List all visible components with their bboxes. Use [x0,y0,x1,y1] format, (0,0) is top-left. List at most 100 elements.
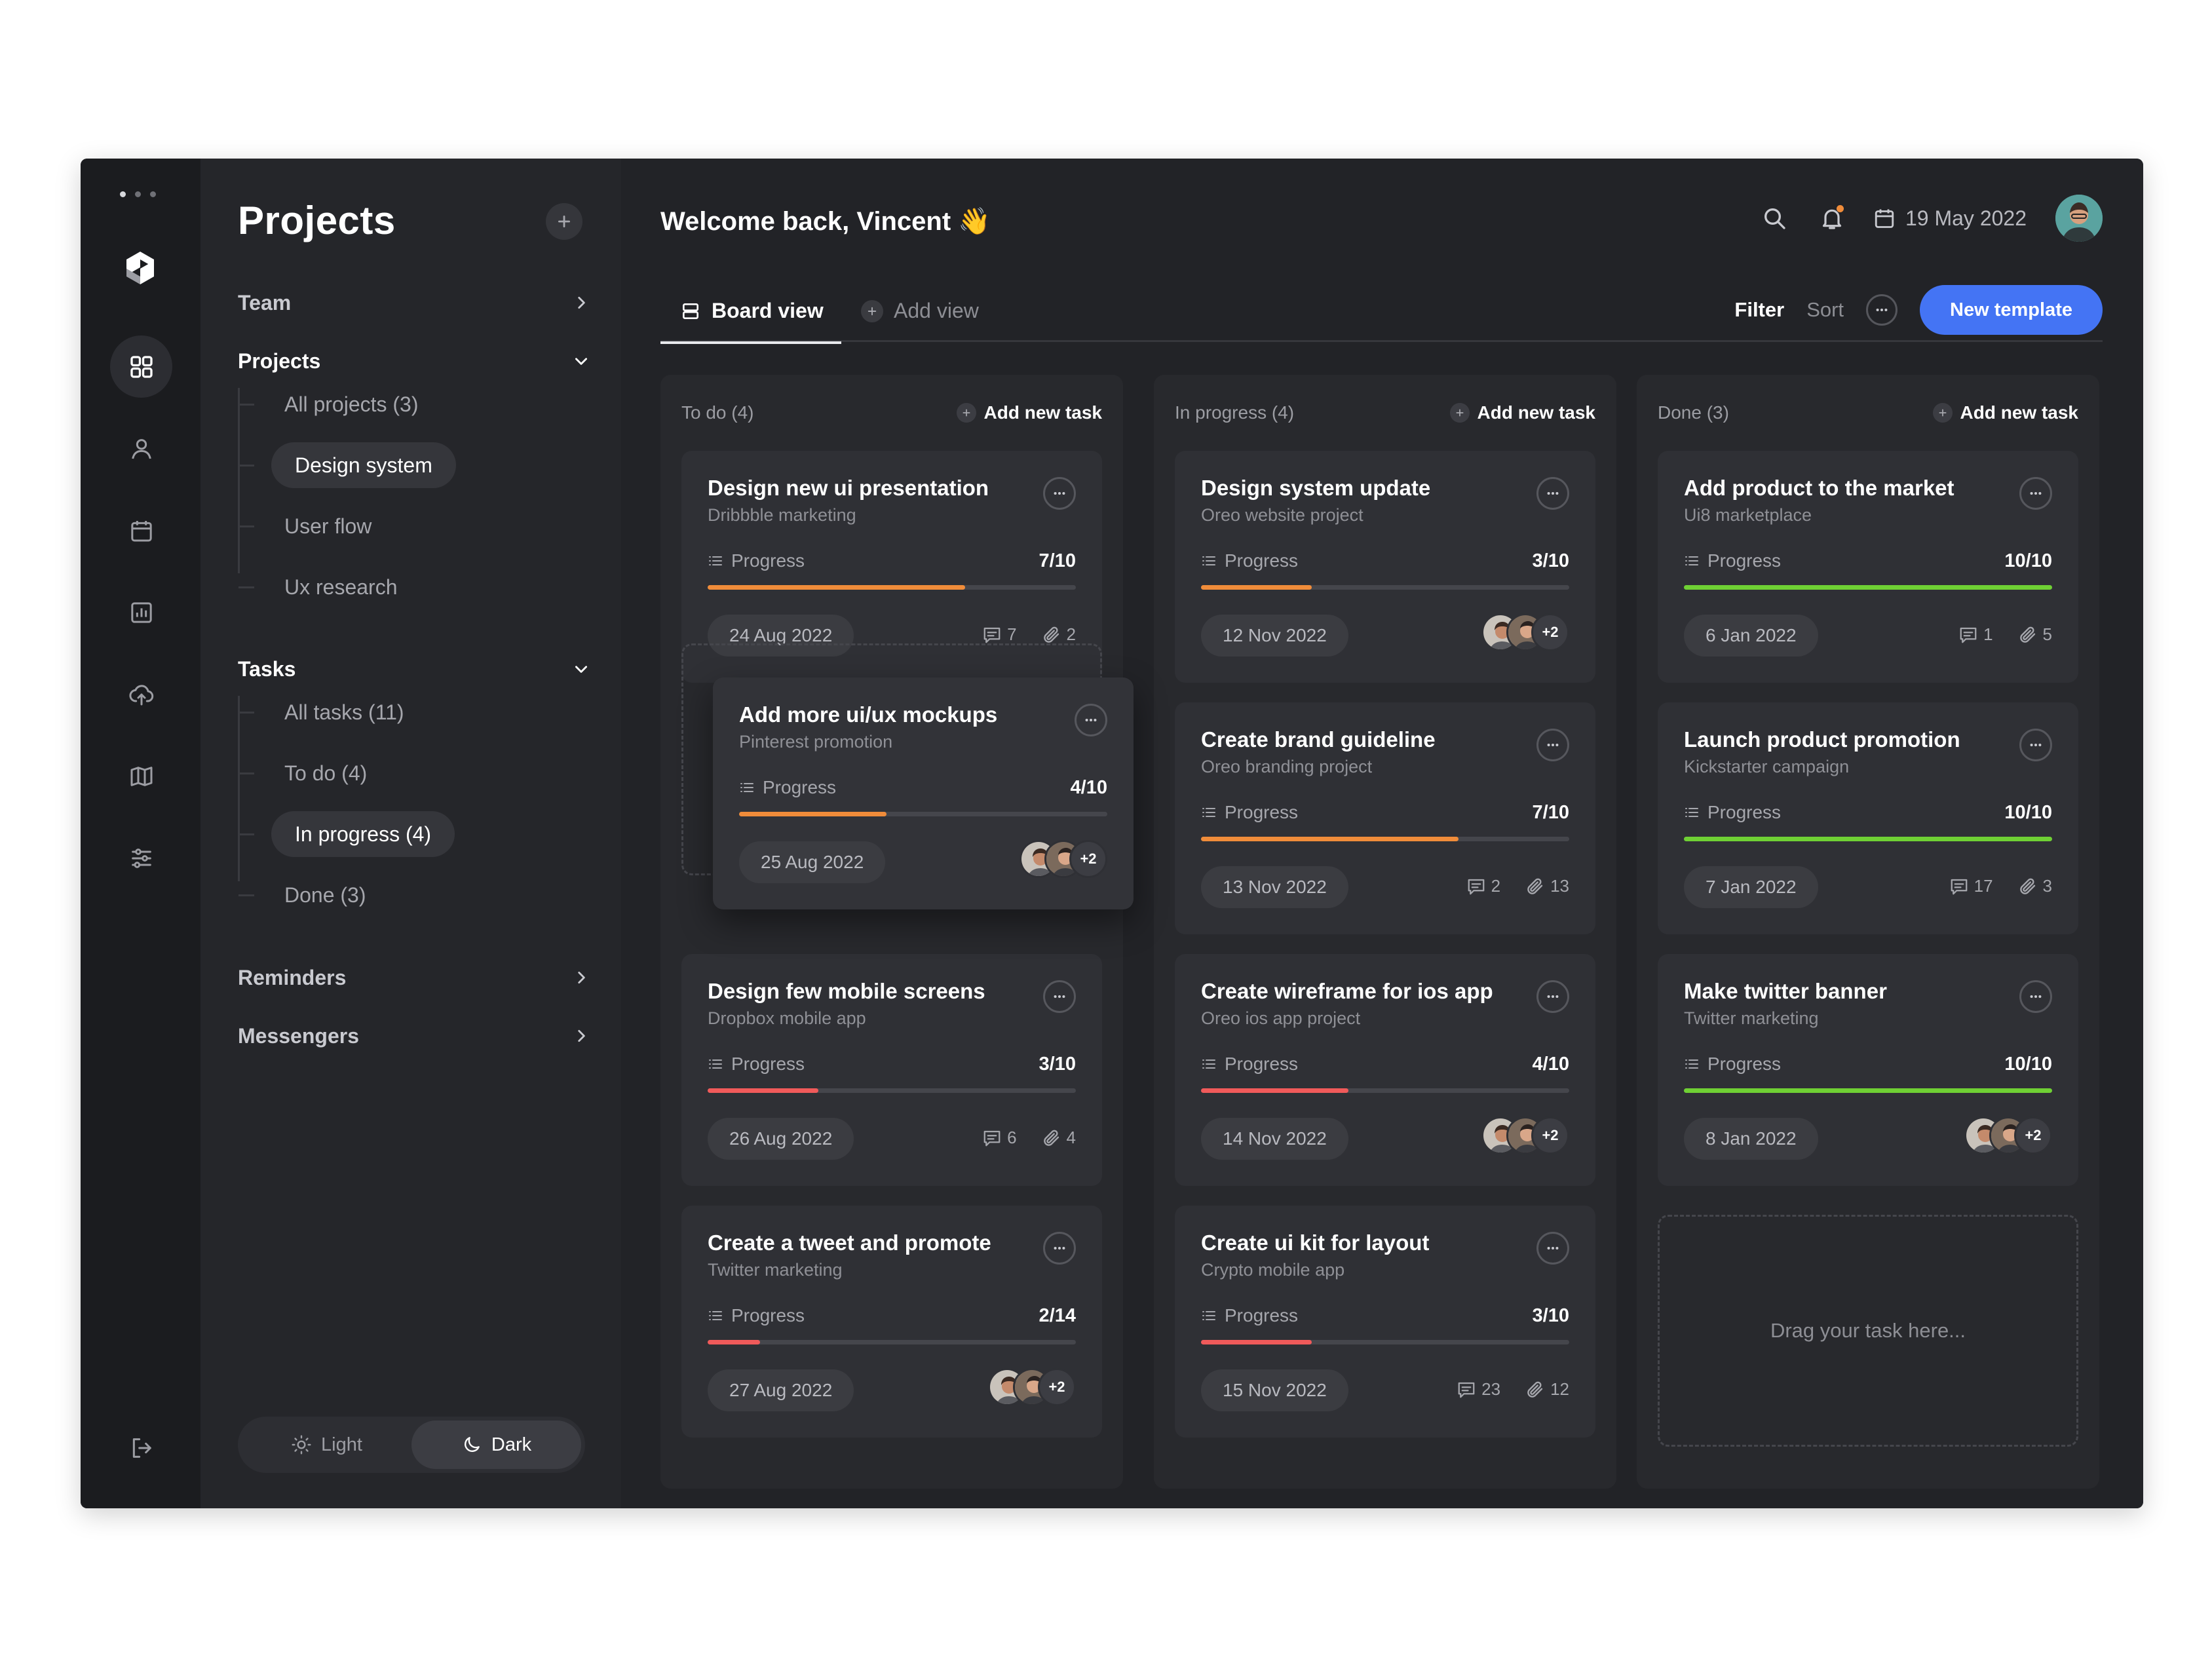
card-more-button[interactable] [2019,477,2052,510]
sidebar-section-reminders[interactable]: Reminders [238,960,590,995]
task-card[interactable]: Create a tweet and promote Twitter market… [681,1206,1102,1438]
progress-label: Progress [1201,1305,1298,1326]
progress-label-text: Progress [1225,1305,1299,1325]
item-label: In progress (4) [295,822,432,846]
card-more-button[interactable] [2019,980,2052,1013]
top-bar: 19 May 2022 [1757,195,2103,242]
add-project-button[interactable] [546,203,582,240]
card-more-button[interactable] [1536,477,1569,510]
tab-label: Board view [712,299,824,322]
tab-add-view[interactable]: Add view [861,280,979,342]
task-card[interactable]: Launch product promotion Kickstarter camp… [1658,702,2078,934]
sidebar-section-tasks[interactable]: Tasks [238,651,590,687]
card-subtitle: Oreo branding project [1201,757,1373,776]
date-display[interactable]: 19 May 2022 [1873,206,2027,231]
assignees[interactable]: +2 [1020,840,1107,878]
dots-icon [1546,989,1560,1004]
theme-light-button[interactable]: Light [242,1421,411,1469]
list-icon [1684,553,1700,569]
sidebar-section-team[interactable]: Team [238,285,590,320]
task-card[interactable]: Create wireframe for ios app Oreo ios app… [1175,954,1595,1186]
card-more-button[interactable] [1536,729,1569,761]
more-options-button[interactable] [1866,294,1898,326]
sidebar-item-user-flow[interactable]: User flow [238,503,372,549]
icon-rail [81,159,200,1508]
task-card[interactable]: Create brand guideline Oreo branding proj… [1175,702,1595,934]
card-subtitle: Kickstarter campaign [1684,757,1850,776]
paperclip-icon [1042,1128,1061,1148]
settings-sliders-icon[interactable] [110,827,172,889]
card-subtitle: Dribbble marketing [708,505,856,525]
sidebar-item-all-tasks[interactable]: All tasks (11) [238,689,404,735]
task-card[interactable]: Add more ui/ux mockups Pinterest promotio… [713,677,1134,909]
card-subtitle: Oreo ios app project [1201,1008,1361,1028]
card-more-button[interactable] [1536,980,1569,1013]
sidebar-item-in-progress[interactable]: In progress (4) [238,811,455,857]
plus-icon [1932,403,1953,423]
task-card[interactable]: Add product to the market Ui8 marketplace… [1658,451,2078,683]
card-title: Make twitter banner [1684,979,1887,1003]
sort-button[interactable]: Sort [1806,298,1844,322]
search-icon[interactable] [1757,201,1791,235]
card-meta: 64 [982,1128,1076,1148]
calendar-icon[interactable] [110,499,172,562]
assignees[interactable]: +2 [1964,1116,2052,1154]
task-card[interactable]: Create ui kit for layout Crypto mobile ap… [1175,1206,1595,1438]
filter-button[interactable]: Filter [1734,298,1784,322]
chart-icon[interactable] [110,581,172,643]
card-more-button[interactable] [1536,1232,1569,1265]
bell-icon[interactable] [1815,201,1849,235]
sidebar-item-to-do[interactable]: To do (4) [238,750,367,796]
user-avatar[interactable] [2055,195,2103,242]
logout-icon[interactable] [110,1417,172,1479]
card-more-button[interactable] [1075,704,1107,736]
attachment-count: 5 [2042,624,2052,644]
user-icon[interactable] [110,417,172,480]
progress-bar [708,585,1076,590]
card-more-button[interactable] [1043,477,1076,510]
progress-bar [708,1340,1076,1344]
task-card[interactable]: Design system update Oreo website project… [1175,451,1595,683]
sidebar-item-ux-research[interactable]: Ux research [238,564,398,610]
map-icon[interactable] [110,745,172,807]
progress-value: 10/10 [2004,550,2052,571]
app-logo[interactable] [121,249,159,287]
dots-icon [1546,738,1560,752]
card-more-button[interactable] [1043,1232,1076,1265]
theme-dark-label: Dark [491,1434,532,1455]
dashboard-icon[interactable] [110,335,172,398]
section-label: Tasks [238,657,296,681]
comment-count: 7 [1007,624,1017,644]
add-new-task-button[interactable]: Add new task [956,402,1102,423]
assignees[interactable]: +2 [1481,613,1569,651]
progress-label: Progress [1684,1054,1781,1075]
tab-board-view[interactable]: Board view [660,280,841,344]
sidebar-item-done[interactable]: Done (3) [238,872,366,918]
task-card[interactable]: Make twitter banner Twitter marketing Prog… [1658,954,2078,1186]
dots-icon [1052,486,1067,501]
card-more-button[interactable] [1043,980,1076,1013]
task-card[interactable]: Design few mobile screens Dropbox mobile … [681,954,1102,1186]
progress-bar [708,1088,1076,1093]
assignees[interactable]: +2 [988,1368,1076,1406]
sidebar-section-messengers[interactable]: Messengers [238,1018,590,1054]
sidebar-section-projects[interactable]: Projects [238,343,590,379]
progress-label: Progress [1684,550,1781,571]
plus-icon [956,403,976,423]
add-new-task-button[interactable]: Add new task [1449,402,1595,423]
paperclip-icon [2018,877,2038,896]
cloud-upload-icon[interactable] [110,663,172,725]
theme-dark-button[interactable]: Dark [411,1421,581,1469]
progress-value: 4/10 [1070,776,1107,798]
sidebar-item-all-projects[interactable]: All projects (3) [238,381,419,427]
add-task-label: Add new task [1477,402,1595,423]
assignees[interactable]: +2 [1481,1116,1569,1154]
add-new-task-button[interactable]: Add new task [1932,402,2078,423]
attachment-count: 12 [1550,1379,1569,1399]
theme-toggle: Light Dark [238,1417,585,1473]
drop-zone[interactable]: Drag your task here... [1658,1215,2078,1447]
card-more-button[interactable] [2019,729,2052,761]
sidebar-item-design-system[interactable]: Design system [238,442,456,488]
card-title: Design system update [1201,476,1431,500]
new-template-button[interactable]: New template [1920,285,2103,335]
